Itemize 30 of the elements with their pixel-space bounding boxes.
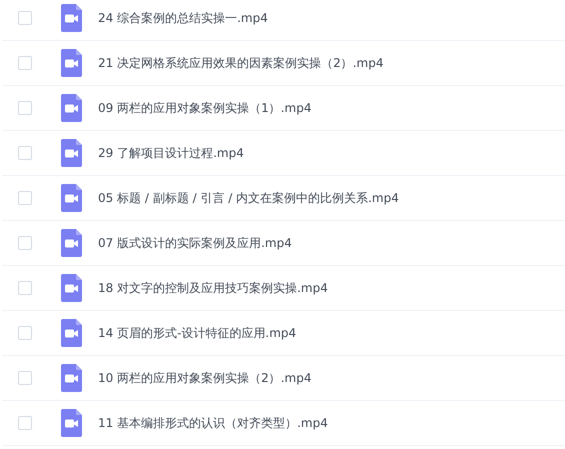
video-file-icon <box>61 49 82 77</box>
checkbox[interactable] <box>18 326 32 340</box>
file-name[interactable]: 09 两栏的应用对象案例实操（1）.mp4 <box>98 100 312 116</box>
checkbox[interactable] <box>18 11 32 25</box>
checkbox[interactable] <box>18 416 32 430</box>
file-name[interactable]: 21 决定网格系统应用效果的因素案例实操（2）.mp4 <box>98 54 384 72</box>
video-file-icon <box>61 139 82 167</box>
file-name[interactable]: 14 页眉的形式-设计特征的应用.mp4 <box>98 324 296 342</box>
file-name[interactable]: 05 标题 / 副标题 / 引言 / 内文在案例中的比例关系.mp4 <box>98 190 399 206</box>
file-name[interactable]: 29 了解项目设计过程.mp4 <box>98 144 244 162</box>
file-name[interactable]: 10 两栏的应用对象案例实操（2）.mp4 <box>98 370 312 386</box>
checkbox[interactable] <box>18 236 32 250</box>
checkbox[interactable] <box>18 191 32 205</box>
video-file-icon <box>61 94 82 122</box>
video-file-icon <box>61 409 82 437</box>
video-file-icon <box>61 274 82 302</box>
file-name[interactable]: 11 基本编排形式的认识（对齐类型）.mp4 <box>98 414 328 432</box>
checkbox[interactable] <box>18 281 32 295</box>
video-file-icon <box>61 184 82 212</box>
video-file-icon <box>61 229 82 257</box>
file-name[interactable]: 24 综合案例的总结实操一.mp4 <box>98 10 268 26</box>
video-file-icon <box>61 319 82 347</box>
checkbox[interactable] <box>18 146 32 160</box>
video-file-icon <box>61 364 82 392</box>
checkbox[interactable] <box>18 56 32 70</box>
file-name[interactable]: 18 对文字的控制及应用技巧案例实操.mp4 <box>98 280 328 296</box>
checkbox[interactable] <box>18 101 32 115</box>
checkbox[interactable] <box>18 371 32 385</box>
file-name[interactable]: 07 版式设计的实际案例及应用.mp4 <box>98 234 292 252</box>
video-file-icon <box>61 4 82 32</box>
